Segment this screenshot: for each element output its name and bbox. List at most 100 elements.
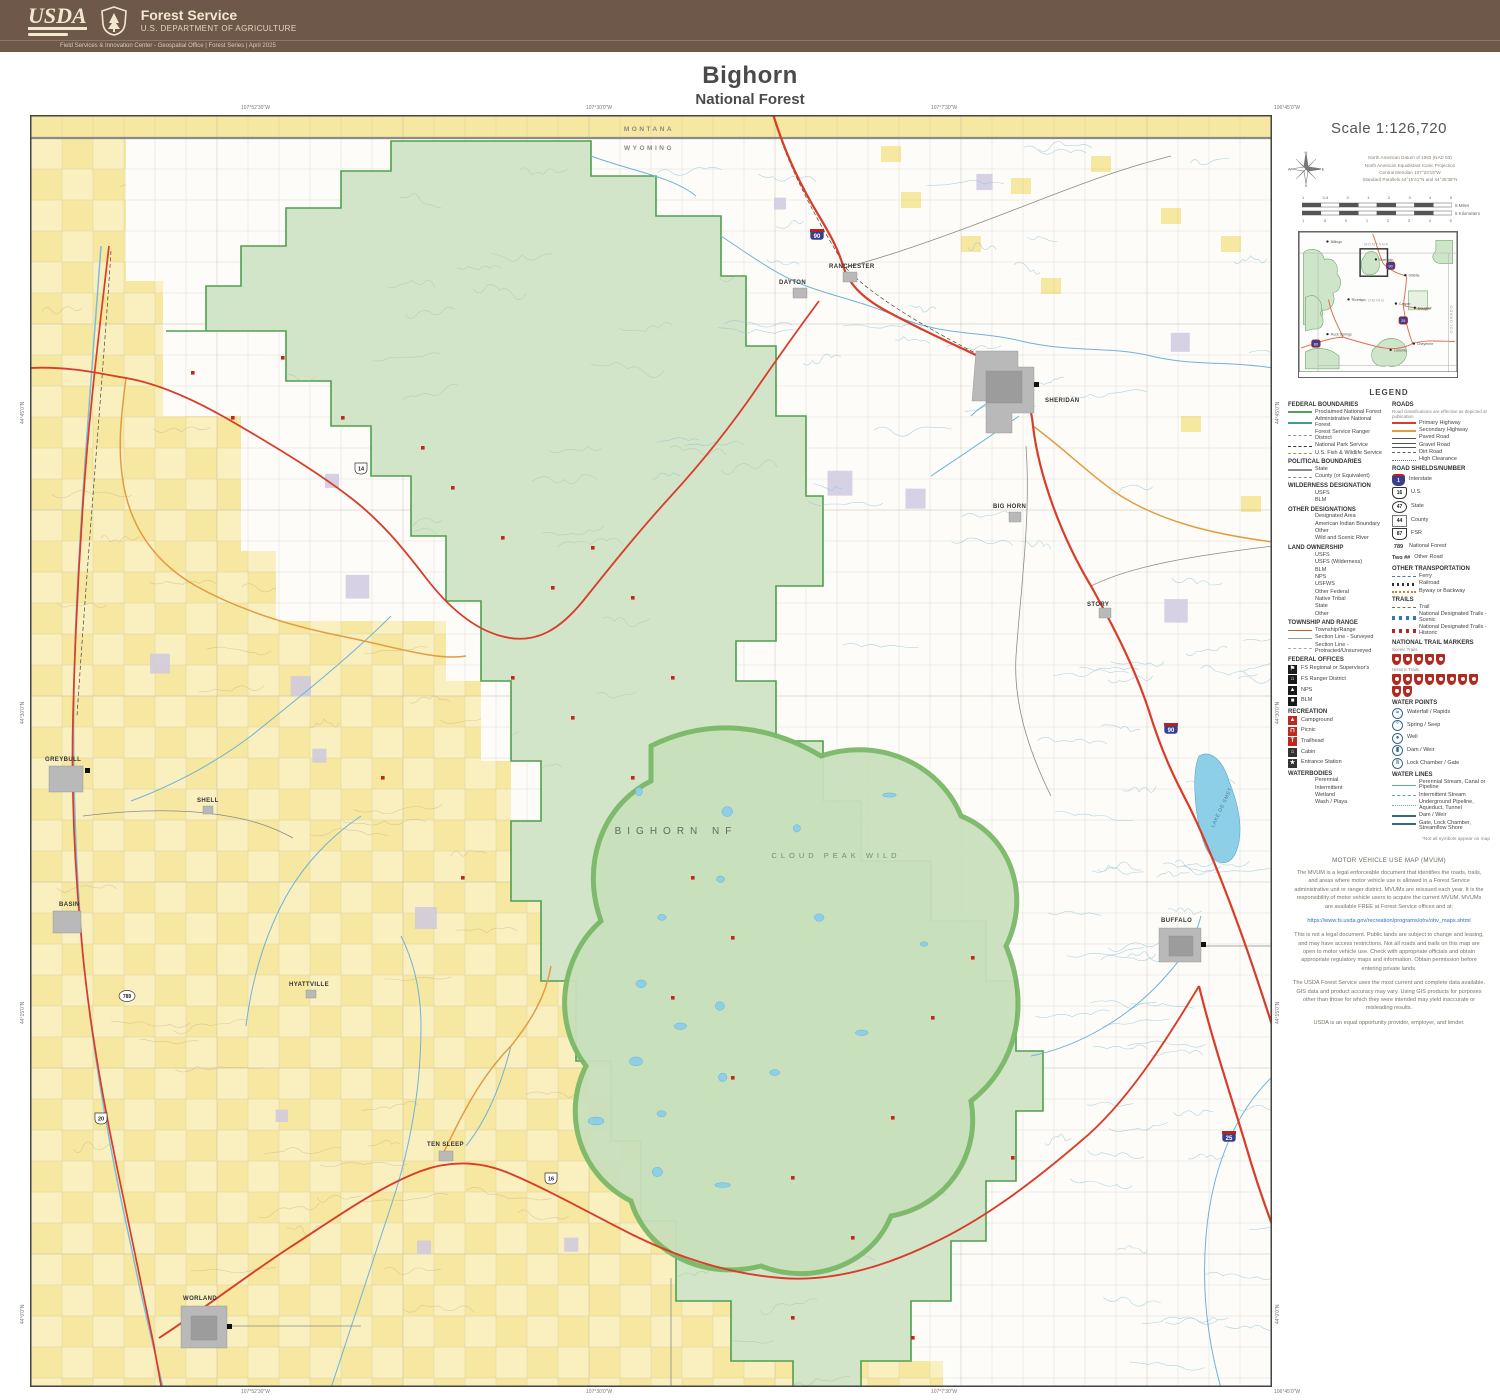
- legend-item: Administrative National Forest: [1288, 417, 1386, 429]
- legend-item: ⌂Cabin: [1288, 748, 1386, 757]
- trail-marker-icon: [1392, 674, 1401, 685]
- recreation-site-icon: [671, 676, 675, 680]
- legend-item-label: Picnic: [1301, 728, 1316, 734]
- legend-swatch: 44: [1392, 515, 1407, 527]
- legend-item-label: Other: [1315, 612, 1329, 618]
- scalebar-tick: 0.5: [1323, 195, 1329, 200]
- map-label: HYATTVILLE: [289, 982, 329, 988]
- legend-swatch: [1392, 576, 1416, 577]
- trail-marker-icon: [1425, 674, 1434, 685]
- legend-item: Intermittent Stream: [1392, 793, 1490, 799]
- legend-section-note: Road classifications are effective as de…: [1392, 409, 1490, 419]
- scalebar-tick: .5: [1323, 218, 1326, 223]
- us-route-shield: 20: [95, 1113, 107, 1124]
- recreation-site-icon: [731, 1076, 735, 1080]
- trail-marker-icon: [1414, 674, 1423, 685]
- legend-swatch: ■: [1288, 697, 1297, 706]
- legend-swatch: [1392, 629, 1416, 633]
- legend-item-label: USFS (Wilderness): [1315, 560, 1362, 566]
- legend-item-label: Dam / Weir: [1407, 748, 1434, 754]
- legend-item: National Designated Trails - Historic: [1392, 625, 1490, 637]
- legend-swatch: [1392, 443, 1416, 448]
- legend-item-label: Lock Chamber / Gate: [1407, 761, 1459, 767]
- legend-swatch: [1392, 460, 1416, 461]
- projection-line: Standard Parallels 44°15'41"N and 44°45'…: [1330, 176, 1490, 183]
- svg-text:80: 80: [1314, 342, 1318, 346]
- legend-swatch: Two ##: [1392, 553, 1410, 563]
- legend-item: NPS: [1288, 575, 1386, 581]
- inset-locator-map: BillingsSheridanGilletteRivertonCasperDo…: [1298, 231, 1458, 378]
- svg-text:20: 20: [98, 1117, 104, 1123]
- legend-swatch: ⊓: [1288, 727, 1297, 736]
- legend-item-label: Trail: [1419, 605, 1430, 611]
- recreation-site-icon: [341, 416, 345, 420]
- legend-swatch: [1392, 422, 1416, 424]
- legend-section-heading: OTHER TRANSPORTATION: [1392, 566, 1490, 572]
- legend-item-label: Gravel Road: [1419, 443, 1450, 449]
- miles-unit: 5 Miles: [1455, 203, 1469, 208]
- recreation-site-icon: [891, 1116, 895, 1120]
- map-label: SHERIDAN: [1045, 398, 1080, 404]
- trail-marker-icon: [1436, 674, 1445, 685]
- map-label: WYOMING: [624, 145, 674, 152]
- main-map[interactable]: 909025141620789 MONTANAWYOMINGBIGHORN NF…: [30, 115, 1272, 1387]
- legend-section-heading: ROAD SHIELDS/NUMBER: [1392, 466, 1490, 472]
- legend-swatch: ⚑: [1288, 665, 1297, 674]
- legend-item: Wash / Playa: [1288, 800, 1386, 806]
- graticule-label: 107°30'0"W: [586, 105, 612, 111]
- mvum-paragraph: USDA is an equal opportunity provider, e…: [1292, 1019, 1486, 1027]
- recreation-site-icon: [511, 676, 515, 680]
- legend-item: °Spring / Seep: [1392, 720, 1490, 731]
- svg-text:25: 25: [1401, 319, 1405, 323]
- header-bar: USDA Forest Service U.S. DEPARTMENT OF A…: [0, 0, 1500, 52]
- scalebar-tick: 5: [1450, 195, 1452, 200]
- usda-swoosh: [28, 33, 68, 36]
- trail-marker-icon: [1469, 674, 1478, 685]
- mvum-block: MOTOR VEHICLE USE MAP (MVUM) The MVUM is…: [1292, 856, 1486, 1028]
- inset-state-label: MONTANA: [1364, 243, 1388, 247]
- map-label: WORLAND: [183, 1296, 217, 1302]
- legend-item: Forest Service Ranger District: [1288, 430, 1386, 442]
- legend-item-label: National Park Service: [1315, 443, 1368, 449]
- legend-item: Proclaimed National Forest: [1288, 410, 1386, 416]
- recreation-site-icon: [791, 1316, 795, 1320]
- legend-item-label: U.S.: [1411, 490, 1422, 496]
- legend-item: Underground Pipeline, Aqueduct, Tunnel: [1392, 800, 1490, 812]
- legend-item-label: Interstate: [1409, 477, 1432, 483]
- recreation-site-icon: [911, 1336, 915, 1340]
- legend-item: USFS (Wilderness): [1288, 560, 1386, 566]
- legend-item: Two ## Other Road: [1392, 553, 1490, 563]
- legend-item-label: Byway or Backway: [1419, 589, 1465, 595]
- legend-item: Intermittent: [1288, 786, 1386, 792]
- inset-city-dot: [1326, 333, 1328, 335]
- graticule-label: 44°15'0"N: [20, 1002, 26, 1024]
- recreation-site-icon: [671, 996, 675, 1000]
- legend-item-label: National Designated Trails - Historic: [1419, 625, 1490, 637]
- legend-item: ●Well: [1392, 733, 1490, 744]
- projection-line: North American Datum of 1983 (NAD 83): [1330, 154, 1490, 161]
- legend-item: ≈Waterfall / Rapids: [1392, 708, 1490, 719]
- legend-item-label: Intermittent Stream: [1419, 793, 1466, 799]
- trail-marker-icon: [1414, 654, 1423, 665]
- legend-item: Wild and Scenic River: [1288, 536, 1386, 542]
- legend-item: ▲NPS: [1288, 686, 1386, 695]
- legend-item: ▲Campground: [1288, 716, 1386, 725]
- mvum-link[interactable]: https://www.fs.usda.gov/recreation/progr…: [1292, 917, 1486, 925]
- trail-marker-icon: [1436, 654, 1445, 665]
- svg-text:N: N: [1305, 151, 1308, 155]
- legend-item-label: Section Line - Protracted/Unsurveyed: [1315, 643, 1386, 655]
- legend-swatch: [1288, 638, 1312, 639]
- mvum-heading: MOTOR VEHICLE USE MAP (MVUM): [1292, 856, 1486, 865]
- legend-item: Wetland: [1288, 793, 1386, 799]
- legend-item-label: NPS: [1315, 575, 1326, 581]
- projection-line: North American Equidistant Conic Project…: [1330, 162, 1490, 169]
- graticule-label: 44°30'0"N: [20, 702, 26, 724]
- meadowlark-lake: [588, 1117, 604, 1125]
- inset-city-dot: [1375, 258, 1377, 260]
- legend-item-label: Gate, Lock Chamber, Streamflow Shore: [1419, 821, 1490, 833]
- legend-item-label: Other Road: [1414, 555, 1442, 561]
- trail-marker-group-label: Scenic Trails: [1392, 647, 1490, 652]
- trail-marker-icon: [1403, 654, 1412, 665]
- legend-item: ⚑FS Regional or Supervisor's: [1288, 665, 1386, 674]
- legend-item: 1Interstate: [1392, 474, 1490, 486]
